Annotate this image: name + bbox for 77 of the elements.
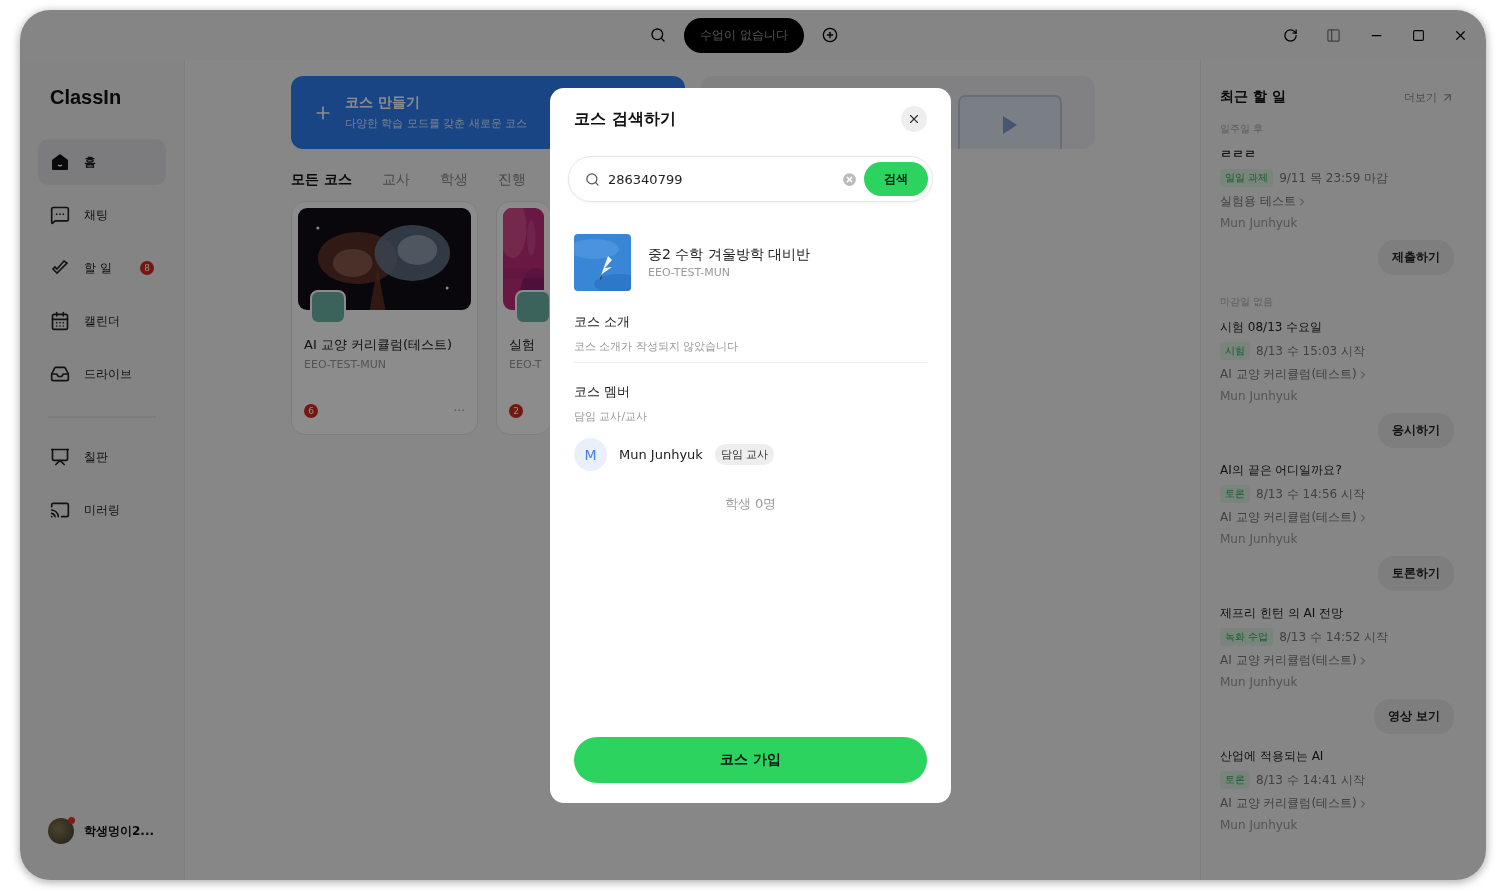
task-tag: 토론 <box>1220 485 1250 503</box>
course-card[interactable]: AI 교양 커리큘럼(테스트) EEO-TEST-MUN 6 ··· <box>291 201 478 435</box>
course-name: 중2 수학 겨울방학 대비반 <box>648 246 811 264</box>
chat-icon <box>50 205 70 225</box>
student-count: 학생 0명 <box>724 495 777 513</box>
panel-icon[interactable] <box>1326 27 1341 43</box>
task-time: 8/13 수 14:52 시작 <box>1279 628 1389 646</box>
task-title: 시험 08/13 수요일 <box>1220 319 1324 336</box>
course-link[interactable]: AI 교양 커리큘럼(테스트) <box>1220 652 1454 669</box>
task-time: 9/11 목 23:59 마감 <box>1279 169 1389 187</box>
task-title: 제프리 힌턴 의 AI 전망 <box>1220 605 1344 622</box>
intro-text: 코스 소개가 작성되지 않았습니다 <box>574 339 740 354</box>
course-link[interactable]: 실험용 테스트 <box>1220 193 1454 210</box>
inbox-icon <box>50 364 70 384</box>
task-action-button[interactable]: 응시하기 <box>1378 413 1454 448</box>
task-tag: 시험 <box>1220 342 1250 360</box>
course-link[interactable]: AI 교양 커리큘럼(테스트) <box>1220 795 1454 812</box>
course-app-icon <box>310 290 346 324</box>
course-tab[interactable]: 학생 <box>439 171 468 189</box>
nav-item[interactable]: 드라이브 <box>38 351 166 397</box>
search-button[interactable]: 검색 <box>864 162 928 196</box>
task-tag: 일일 과제 <box>1220 169 1274 187</box>
course-link[interactable]: AI 교양 커리큘럼(테스트) <box>1220 509 1454 526</box>
task-title: ㄹㄹㄹ <box>1220 146 1257 163</box>
task-tag: 토론 <box>1220 771 1250 789</box>
course-title: AI 교양 커리큘럼(테스트) <box>304 336 454 354</box>
status-pill[interactable]: 수업이 없습니다 <box>684 17 804 53</box>
add-icon[interactable] <box>821 27 838 43</box>
task-time: 8/13 수 14:41 시작 <box>1256 771 1365 789</box>
count-badge: 6 <box>304 404 318 418</box>
section-heading: 코스 소개 <box>574 313 632 331</box>
task-action-button[interactable]: 토론하기 <box>1378 556 1454 591</box>
avatar[interactable] <box>48 818 74 844</box>
close-button[interactable] <box>901 106 927 132</box>
refresh-icon[interactable] <box>1283 27 1298 43</box>
role-tag: 담임 교사 <box>714 444 775 465</box>
nav-item[interactable]: 채팅 <box>38 192 166 238</box>
panel-title: 최근 할 일 <box>1220 88 1286 106</box>
task-time: 8/13 수 15:03 시작 <box>1256 342 1365 360</box>
task-tag: 녹화 수업 <box>1220 628 1274 646</box>
home-icon <box>50 152 70 172</box>
task-action-button[interactable]: 영상 보기 <box>1373 699 1454 734</box>
search-icon <box>585 171 600 187</box>
course-code: EEO-TEST-MUN <box>648 266 731 279</box>
course-tab[interactable]: 교사 <box>381 171 410 189</box>
nav-item[interactable]: 미러링 <box>38 487 166 533</box>
role-group-label: 담임 교사/교사 <box>574 409 649 424</box>
course-card[interactable]: 실험 EEO-T 2 <box>496 201 550 435</box>
join-course-button[interactable]: 코스 가입 <box>574 737 927 783</box>
course-title: 실험 <box>509 336 536 354</box>
close-icon <box>907 112 921 126</box>
nav-item[interactable]: 할 일 8 <box>38 245 166 291</box>
course-code: EEO-TEST-MUN <box>304 358 387 372</box>
member-avatar: M <box>574 438 607 471</box>
task-time: 8/13 수 14:56 시작 <box>1256 485 1365 503</box>
video-player-icon <box>957 94 1063 149</box>
count-badge: 2 <box>509 404 523 418</box>
course-link[interactable]: AI 교양 커리큘럼(테스트) <box>1220 366 1454 383</box>
user-name[interactable]: 학생멍이2... <box>84 822 155 840</box>
course-tab[interactable]: 진행 <box>497 171 526 189</box>
task-title: 산업에 적용되는 AI <box>1220 748 1325 765</box>
whiteboard-icon <box>50 447 70 467</box>
screen-cast-icon <box>50 500 70 520</box>
count-badge: 8 <box>140 261 154 275</box>
maximize-icon[interactable] <box>1412 28 1425 42</box>
logo: ClassIn <box>49 86 123 109</box>
calendar-icon <box>50 311 70 331</box>
task-action-button[interactable]: 제출하기 <box>1378 240 1454 275</box>
nav-item[interactable]: 캘린더 <box>38 298 166 344</box>
section-heading: 코스 멤버 <box>574 383 632 401</box>
search-icon[interactable] <box>650 27 666 43</box>
task-title: AI의 끝은 어디일까요? <box>1220 462 1343 479</box>
nav-item[interactable]: 칠판 <box>38 434 166 480</box>
member-name: Mun Junhyuk <box>619 447 703 462</box>
dialog-title: 코스 검색하기 <box>574 108 676 130</box>
course-tab[interactable]: 모든 코스 <box>291 171 352 189</box>
nav-item[interactable]: 홈 <box>38 139 166 185</box>
